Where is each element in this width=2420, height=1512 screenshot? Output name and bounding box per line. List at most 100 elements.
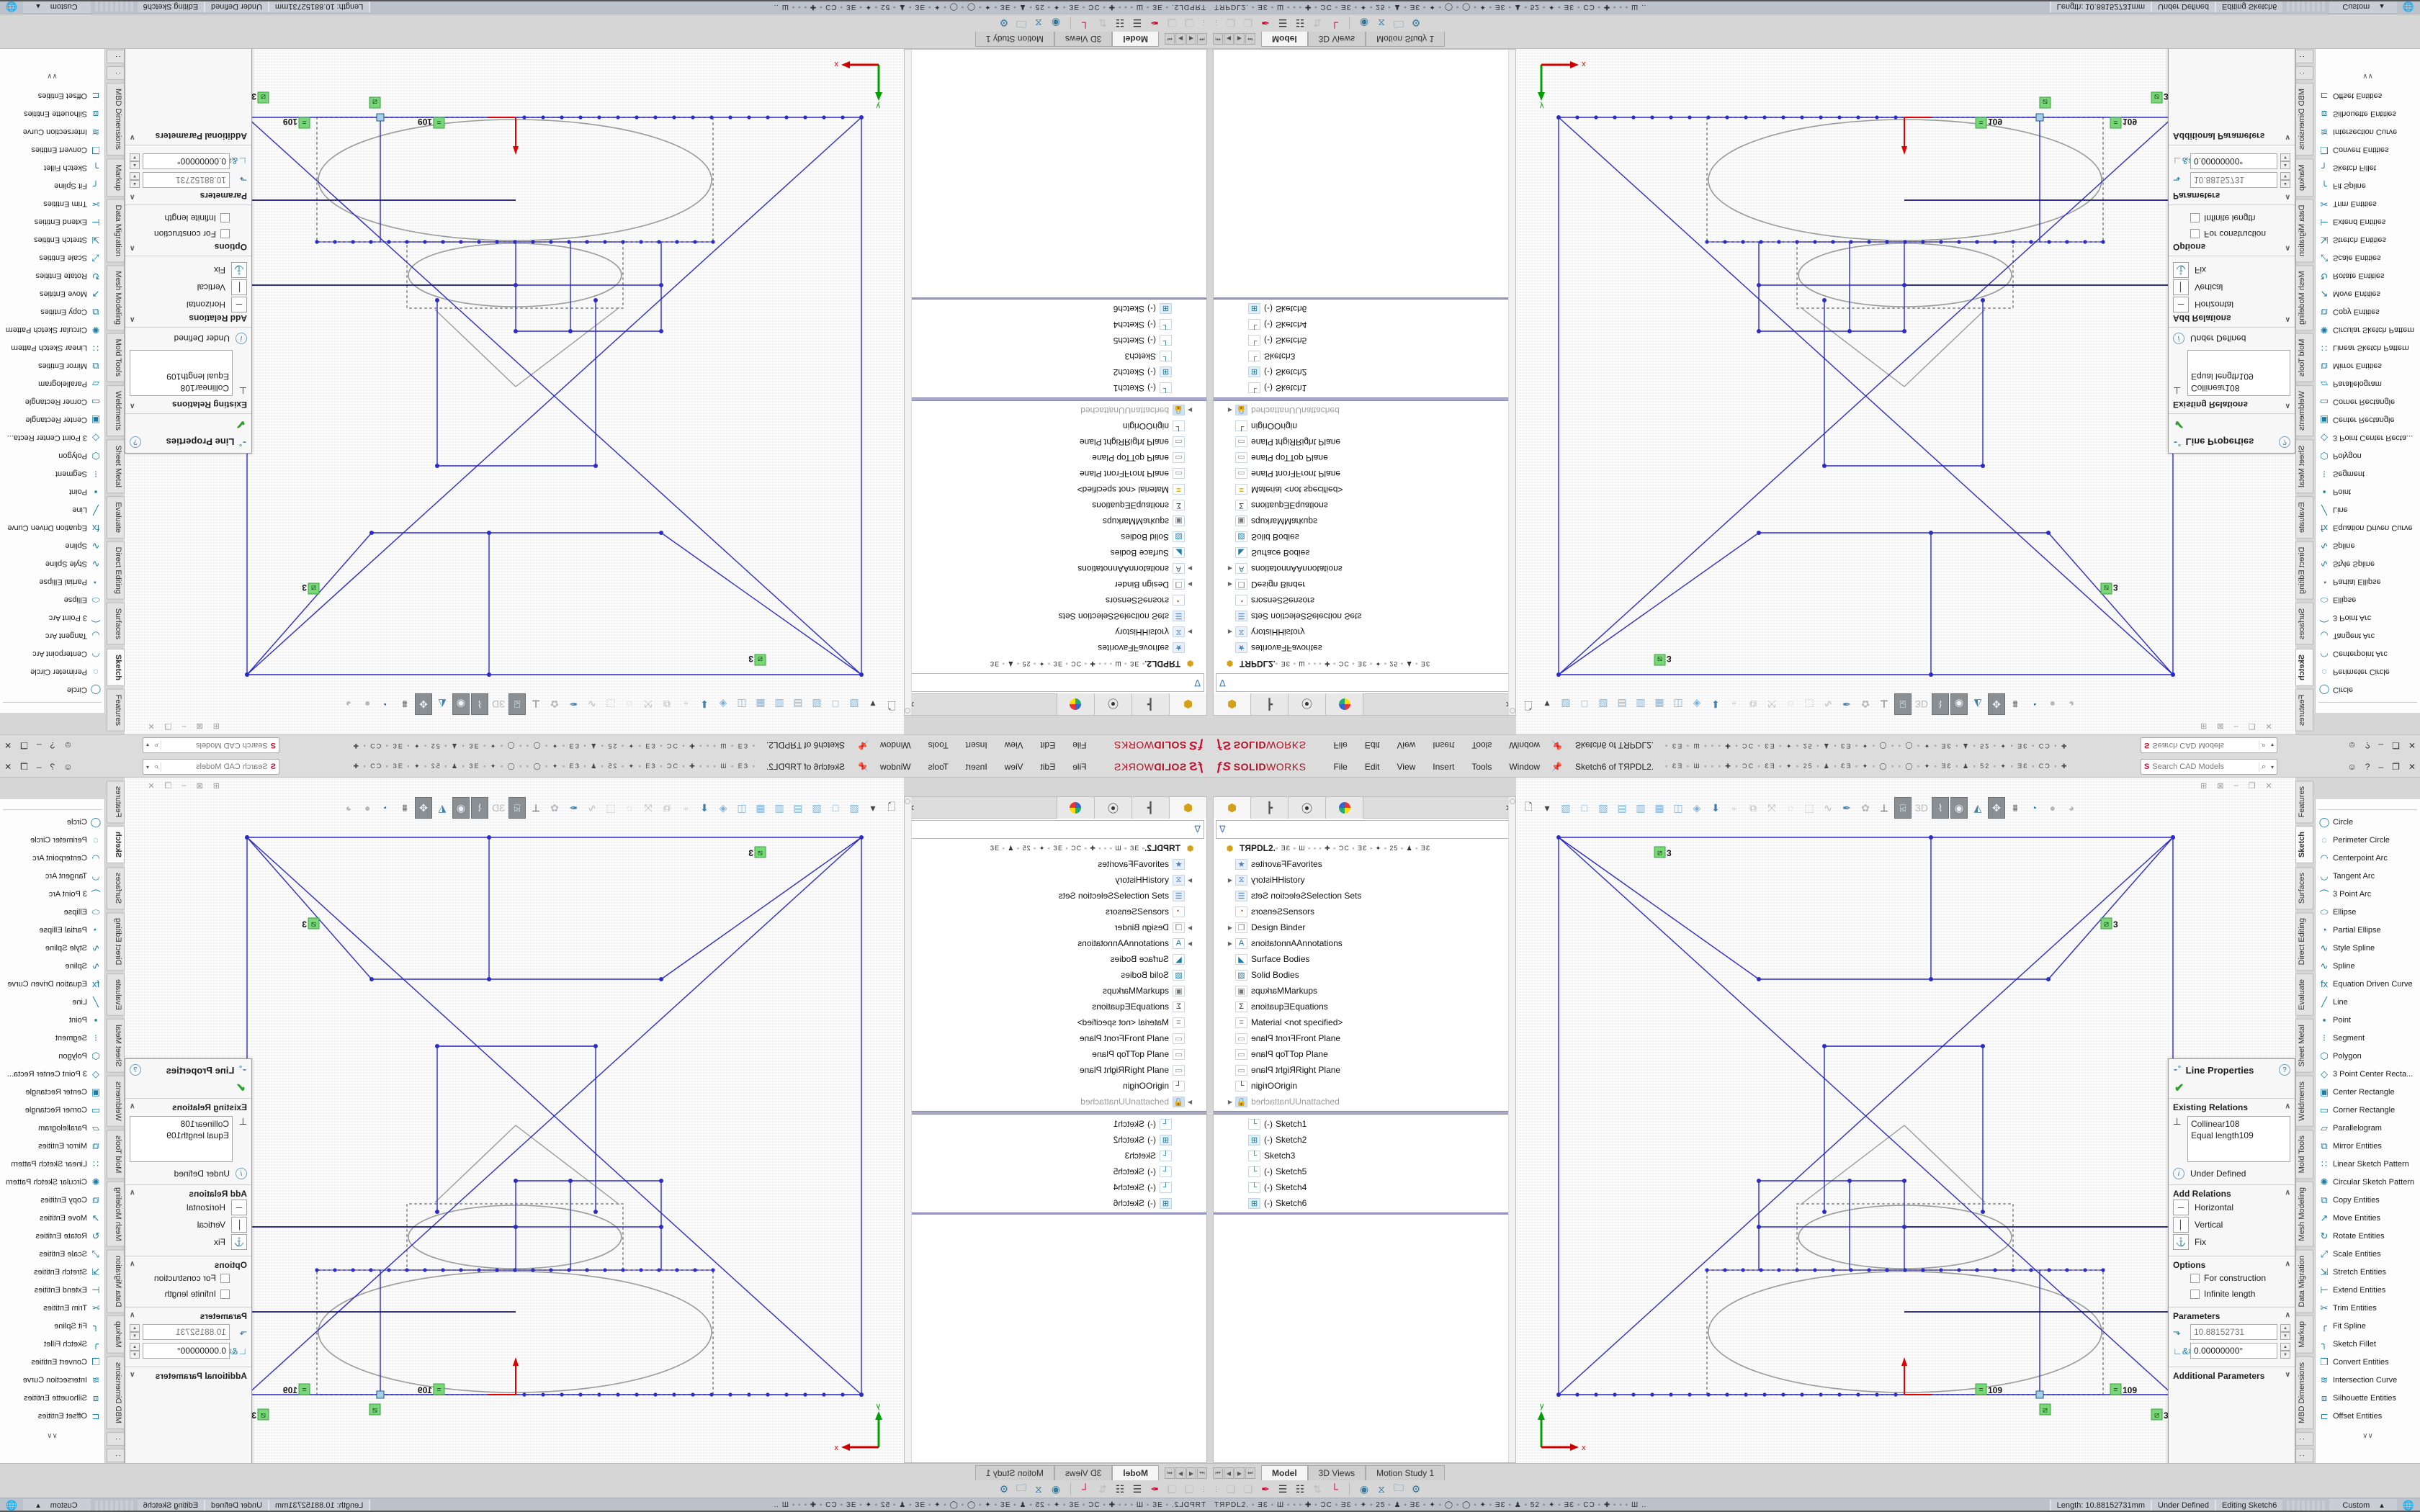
menu-item-parallelogram[interactable]: ▱Parallelogram [0,1119,104,1137]
toolbar-icon-9[interactable]: ◈ [1688,693,1706,715]
tab-3d-views[interactable]: 3D Views [1054,32,1112,47]
minimize-button[interactable]: – [2378,762,2383,772]
menu-item-circle[interactable]: ◯Circle [0,681,104,699]
menu-more-icon[interactable]: ∨∨ [2316,1432,2420,1440]
collapse-icon[interactable]: ∧ [130,400,135,410]
menu-item-intersection-curve[interactable]: ≋Intersection Curve [0,1371,104,1389]
menu-item-silhouette-entities[interactable]: ⧈Silhouette Entities [0,1389,104,1407]
tree-item-sketch3[interactable]: └Sketch3 [1214,348,1515,364]
panel-help-icon[interactable]: ? [2279,436,2290,448]
menu-item-fit-spline[interactable]: ╭Fit Spline [0,1317,104,1335]
mdi-control-2[interactable]: – [182,781,186,791]
menu-item-trim-entities[interactable]: ✂Trim Entities [2316,195,2420,213]
menu-item-move-entities[interactable]: ↗Move Entities [0,285,104,303]
tree-item-unattached[interactable]: ▶🔒UnattachedUnattached [1214,402,1515,418]
tab-propertymanager[interactable]: ┣ [1131,797,1169,819]
bottom-toolbar-icon-4[interactable]: ☷ [1111,1483,1129,1495]
toolbar-grip[interactable]: ⋮ [1213,1485,1219,1493]
command-tab-surfaces[interactable]: Surfaces [107,603,125,645]
toolbar-icon-23[interactable]: ◉ [452,797,470,819]
toolbar-icon-0[interactable]: 🗋 [1520,693,1537,715]
toolbar-icon-9[interactable]: ◈ [714,797,732,819]
command-tab-mesh-modeling[interactable]: Mesh Modeling [107,265,125,330]
command-tab--[interactable]: : [2295,1449,2313,1462]
relation-entry[interactable]: Collinear108 [133,382,229,394]
mdi-control-3[interactable]: ❐ [2249,721,2256,731]
command-tab-features[interactable]: Features [107,689,125,732]
menu-view[interactable]: View [1389,739,1425,753]
tab-displaymanager[interactable] [1326,693,1363,715]
menu-item-stretch-entities[interactable]: ⇲Stretch Entities [2316,1263,2420,1281]
menu-item-linear-sketch-pattern[interactable]: ∷Linear Sketch Pattern [2316,1155,2420,1173]
menu-item-circular-sketch-pattern[interactable]: ✺Circular Sketch Pattern [2316,1173,2420,1191]
menu-item-fit-spline[interactable]: ╭Fit Spline [2316,1317,2420,1335]
expander-icon[interactable]: ▶ [1185,629,1195,636]
toolbar-icon-28[interactable]: ● [359,693,376,715]
menu-item-segment[interactable]: ⁝Segment [0,465,104,483]
tab-motion-study-1[interactable]: Motion Study 1 [1366,1465,1445,1480]
toolbar-icon-28[interactable]: ● [2044,797,2061,819]
menu-item-perimeter-circle[interactable]: ◌Perimeter Circle [0,663,104,681]
tree-item-annotations[interactable]: ▶AAnnotationsAnnotations [905,935,1206,951]
toolbar-icon-22[interactable]: ⌇ [471,797,488,819]
relation-entry[interactable]: Equal length109 [133,1130,229,1141]
menu-item-copy-entities[interactable]: ⧉Copy Entities [2316,303,2420,321]
expander-icon[interactable]: ▶ [1225,877,1235,883]
tree-item-sketch2[interactable]: ⊞(-) Sketch2 [1214,364,1515,380]
command-tab-direct-editing[interactable]: Direct Editing [2295,912,2313,971]
tree-item-sketch1[interactable]: └(-) Sketch1 [1214,1116,1515,1132]
tree-item-favorites[interactable]: ★FavoritesFavorites [905,856,1206,872]
menu-item-equation-driven-curve[interactable]: fxEquation Driven Curve [0,975,104,993]
toolbar-icon-4[interactable]: ▨ [808,693,825,715]
option-infinite-length[interactable]: Infinite length [130,210,247,226]
option-infinite-length[interactable]: Infinite length [2173,1286,2290,1302]
tree-item-solid-bodies[interactable]: ▧Solid Bodies [1214,967,1515,983]
checkbox[interactable] [2190,1274,2200,1283]
mdi-control-4[interactable]: ✕ [148,781,154,791]
tree-filter-input[interactable]: ∇ [1216,673,1513,692]
tree-item-solid-bodies[interactable]: ▧Solid Bodies [905,529,1206,545]
toolbar-icon-0[interactable]: 🗋 [1520,797,1537,819]
command-tab-sheet-metal[interactable]: Sheet Metal [107,1019,125,1073]
tab-featuremanager[interactable]: ⬢ [1214,693,1251,715]
collapse-icon[interactable]: ∧ [2285,400,2290,410]
expander-icon[interactable]: ▶ [1225,408,1235,414]
command-tab-mbd-dimensions[interactable]: MBD Dimensions [2295,83,2313,156]
tree-item-sketch6[interactable]: ⊞(-) Sketch6 [1214,1195,1515,1211]
menu-edit[interactable]: Edit [1032,739,1065,753]
toolbar-icon-12[interactable]: ⧉ [1744,693,1762,715]
menu-item-convert-entities[interactable]: ❐Convert Entities [0,141,104,159]
menu-item-3-point-center-recta-[interactable]: ◇3 Point Center Recta... [2316,429,2420,447]
menu-window[interactable]: Window [871,760,920,774]
menu-item-copy-entities[interactable]: ⧉Copy Entities [0,303,104,321]
globe-icon[interactable]: 🌐 [2403,1,2414,13]
command-tab-mesh-modeling[interactable]: Mesh Modeling [107,1182,125,1247]
relation-badge[interactable]: ⧄ [369,1404,380,1415]
bottom-toolbar-icon-5[interactable]: ⇅ [1309,17,1326,30]
menu-item-stretch-entities[interactable]: ⇲Stretch Entities [0,1263,104,1281]
menu-item-convert-entities[interactable]: ❐Convert Entities [0,1353,104,1371]
dimension-badge-109[interactable]: =109 [418,117,444,128]
collapse-icon[interactable]: ∧ [2285,242,2290,252]
tree-item-material-not-specified-[interactable]: ≡Material <not specified> [1214,482,1515,498]
expand-icon[interactable]: ∨ [130,131,135,141]
bottom-toolbar-icon-11[interactable]: ⚙ [995,17,1013,30]
menu-tools[interactable]: Tools [1463,760,1500,774]
command-tab-data-migration[interactable]: Data Migration [2295,1250,2313,1313]
toolbar-icon-7[interactable]: ▦ [1651,797,1668,819]
toolbar-icon-11[interactable]: ⍅ [1726,797,1743,819]
toolbar-grip[interactable]: ⋮ [1213,19,1219,27]
tree-root[interactable]: ⬢TЯPDL2. ◦ ƎƐ ◦ Ш ◦ ◦ ◦ ✚ ◦ ƆC ◦ ƎƐ ◦ ✦ … [1214,840,1515,856]
command-tab-mold-tools[interactable]: Mold Tools [2295,333,2313,382]
relation-badge[interactable]: ⧄3 [2101,918,2118,930]
menu-edit[interactable]: Edit [1356,739,1389,753]
toolbar-icon-29[interactable]: ◕ [340,693,357,715]
command-tab-mbd-dimensions[interactable]: MBD Dimensions [107,1356,125,1429]
menu-insert[interactable]: Insert [957,739,996,753]
expand-icon[interactable]: ∨ [2285,131,2290,141]
menu-item-rotate-entities[interactable]: ↻Rotate Entities [0,1227,104,1245]
tree-root[interactable]: ⬢TЯPDL2. ◦ ƎƐ ◦ Ш ◦ ◦ ◦ ✚ ◦ ƆC ◦ ƎƐ ◦ ✦ … [1214,656,1515,672]
bottom-toolbar-icon-2[interactable]: ✒ [1257,17,1274,30]
tree-scrollbar[interactable] [1508,797,1515,1462]
menu-item-circular-sketch-pattern[interactable]: ✺Circular Sketch Pattern [0,1173,104,1191]
